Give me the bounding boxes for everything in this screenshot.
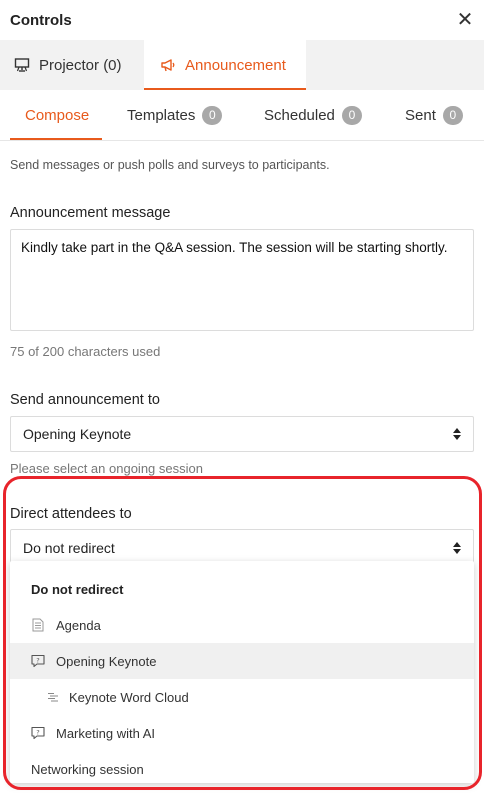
compose-form: Send messages or push polls and surveys … [0,158,484,565]
divider [0,140,484,141]
tab-projector-label: Projector (0) [39,56,122,74]
option-label: Agenda [56,617,101,633]
document-icon [31,618,45,632]
direct-value: Do not redirect [23,539,115,556]
main-tabs: Projector (0) Announcement [0,40,484,90]
megaphone-icon [160,57,176,73]
subtab-compose-label: Compose [25,106,90,124]
char-count: 75 of 200 characters used [10,344,161,359]
option-label: Opening Keynote [56,653,157,669]
subtab-templates-label: Templates [127,106,196,124]
description-text: Send messages or push polls and surveys … [10,158,330,172]
count-badge: 0 [202,105,223,125]
option-opening-keynote[interactable]: ? Opening Keynote [10,643,474,679]
speech-bubble-icon: ? [31,654,45,668]
subtab-sent[interactable]: Sent 0 [368,90,484,140]
panel-header: Controls ✕ [0,0,484,40]
panel-title: Controls [10,11,72,29]
announcement-label: Announcement message [10,205,171,221]
tab-announcement-label: Announcement [185,56,286,74]
svg-text:?: ? [36,656,39,664]
select-arrows-icon [453,428,461,440]
send-to-value: Opening Keynote [23,426,132,442]
option-do-not-redirect[interactable]: Do not redirect [10,571,474,607]
option-marketing-with-ai[interactable]: ? Marketing with AI [10,715,474,751]
close-icon[interactable]: ✕ [456,10,474,30]
announcement-textarea[interactable]: Kindly take part in the Q&A session. The… [10,229,474,331]
projector-icon [14,57,30,73]
direct-select[interactable]: Do not redirect [10,529,474,565]
option-label: Marketing with AI [56,725,155,741]
option-label: Keynote Word Cloud [69,689,189,705]
subtab-scheduled[interactable]: Scheduled 0 [230,90,368,140]
sub-tabs: Compose Templates 0 Scheduled 0 Sent 0 [0,90,484,140]
redirect-dropdown: Do not redirect Agenda ? Opening Keynote… [10,561,474,783]
subtab-templates[interactable]: Templates 0 [102,90,230,140]
speech-bubble-icon: ? [31,726,45,740]
subtab-compose[interactable]: Compose [0,90,102,140]
option-agenda[interactable]: Agenda [10,607,474,643]
direct-label: Direct attendees to [10,506,132,522]
svg-text:?: ? [36,728,39,736]
send-to-hint: Please select an ongoing session [10,461,203,476]
send-to-label: Send announcement to [10,392,160,408]
subtab-scheduled-label: Scheduled [264,106,335,124]
word-cloud-icon [47,691,59,703]
count-badge: 0 [341,105,362,125]
option-keynote-word-cloud[interactable]: Keynote Word Cloud [10,679,474,715]
select-arrows-icon [453,541,461,554]
option-label: Networking session [31,761,144,777]
count-badge: 0 [442,105,463,125]
send-to-select[interactable]: Opening Keynote [10,416,474,452]
option-networking-session[interactable]: Networking session [10,751,474,783]
tab-projector[interactable]: Projector (0) [4,40,144,90]
tab-announcement[interactable]: Announcement [144,40,306,90]
option-label: Do not redirect [31,581,124,597]
subtab-sent-label: Sent [405,106,436,124]
